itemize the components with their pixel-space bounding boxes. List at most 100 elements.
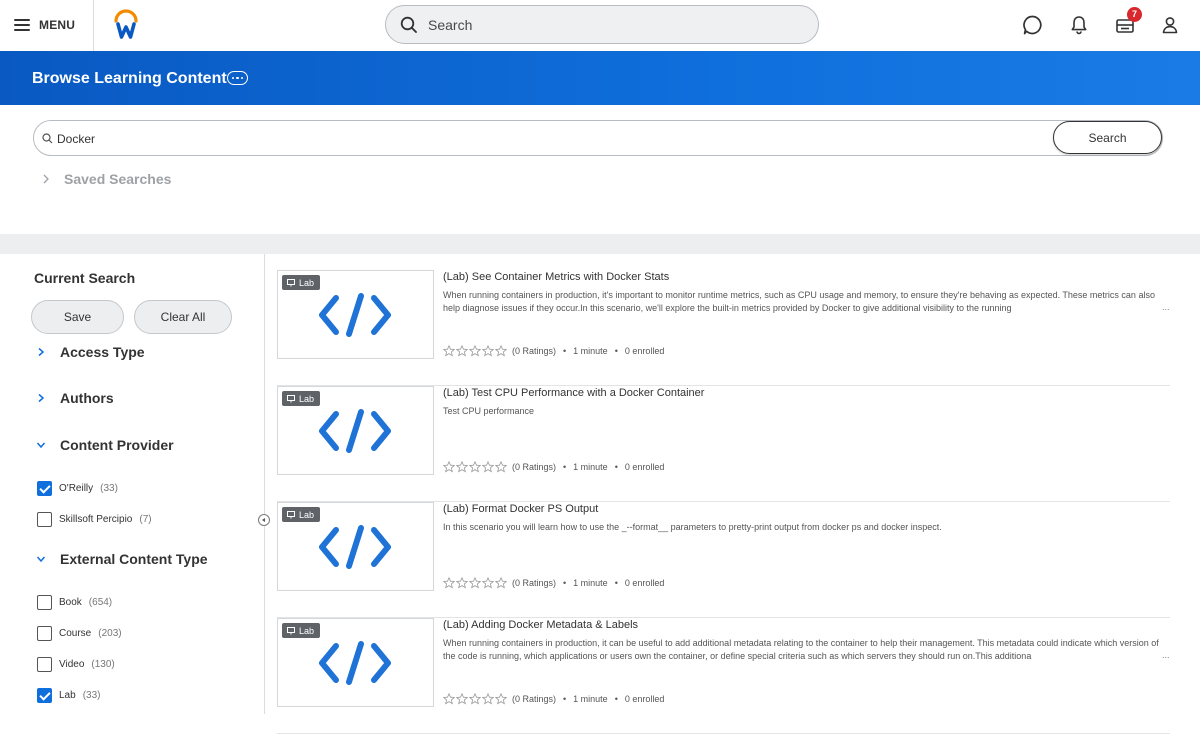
- menu-button[interactable]: MENU: [14, 14, 75, 36]
- facet-option-course[interactable]: Course (203): [37, 626, 122, 641]
- meta-separator: •: [563, 578, 567, 588]
- facet-access-type[interactable]: Access Type: [36, 344, 145, 360]
- facet-panel-divider: [264, 254, 265, 714]
- checkbox[interactable]: [37, 626, 52, 641]
- global-search-placeholder: Search: [428, 16, 473, 33]
- hamburger-icon: [14, 19, 30, 31]
- star-icon[interactable]: [494, 692, 508, 705]
- code-icon: [319, 293, 391, 337]
- option-label: Book: [59, 597, 82, 608]
- result-item: Lab (Lab) Test CPU Performance with a Do…: [277, 386, 1170, 502]
- rating-stars: [442, 692, 508, 705]
- ratings-count: (0 Ratings): [512, 578, 557, 588]
- result-description: When running containers in production, i…: [443, 638, 1159, 661]
- workday-logo[interactable]: [110, 9, 142, 41]
- topbar-divider: [93, 0, 94, 51]
- current-search-title: Current Search: [34, 270, 136, 286]
- result-thumbnail[interactable]: Lab: [277, 618, 434, 707]
- enrolled-count: 0 enrolled: [624, 462, 665, 472]
- star-icon[interactable]: [468, 576, 482, 589]
- result-title-link[interactable]: (Lab) Adding Docker Metadata & Labels: [443, 619, 638, 631]
- checkbox[interactable]: [37, 657, 52, 672]
- meta-separator: •: [614, 694, 618, 704]
- star-icon[interactable]: [494, 460, 508, 473]
- result-thumbnail[interactable]: Lab: [277, 502, 434, 591]
- enrolled-count: 0 enrolled: [624, 694, 665, 704]
- checkbox-checked[interactable]: [37, 688, 52, 703]
- facet-option-lab[interactable]: Lab (33): [37, 688, 100, 703]
- facet-option-video[interactable]: Video (130): [37, 657, 115, 672]
- ratings-count: (0 Ratings): [512, 694, 557, 704]
- facet-authors[interactable]: Authors: [36, 390, 114, 406]
- star-icon[interactable]: [468, 344, 482, 357]
- option-count: (203): [98, 628, 122, 639]
- save-button[interactable]: Save: [31, 300, 124, 334]
- duration: 1 minute: [573, 346, 608, 356]
- star-icon[interactable]: [442, 692, 456, 705]
- enrolled-count: 0 enrolled: [624, 578, 665, 588]
- facet-title: External Content Type: [60, 551, 208, 567]
- facet-option-skillsoft[interactable]: Skillsoft Percipio (7): [37, 512, 152, 527]
- star-icon[interactable]: [481, 344, 495, 357]
- ratings-count: (0 Ratings): [512, 462, 557, 472]
- checkbox[interactable]: [37, 595, 52, 610]
- content-type-label: Lab: [299, 393, 315, 404]
- chevron-right-icon: [38, 393, 45, 403]
- facet-option-book[interactable]: Book (654): [37, 595, 112, 610]
- option-label: Video: [59, 659, 85, 670]
- option-label: Course: [59, 628, 92, 639]
- meta-separator: •: [563, 462, 567, 472]
- clear-all-button[interactable]: Clear All: [134, 300, 232, 334]
- global-search-bar[interactable]: Search: [385, 5, 819, 44]
- checkbox-checked[interactable]: [37, 481, 52, 496]
- content-type-tag: Lab: [282, 391, 321, 406]
- content-type-label: Lab: [299, 625, 315, 636]
- learning-search-field[interactable]: [33, 120, 1163, 156]
- top-bar: MENU Search 7: [0, 0, 1200, 51]
- star-icon[interactable]: [494, 344, 508, 357]
- facet-external-content-type[interactable]: External Content Type: [36, 551, 208, 567]
- collapse-panel-icon[interactable]: [258, 514, 270, 526]
- facet-content-provider[interactable]: Content Provider: [36, 437, 174, 453]
- menu-label: MENU: [39, 18, 76, 32]
- result-thumbnail[interactable]: Lab: [277, 386, 434, 475]
- star-icon[interactable]: [481, 576, 495, 589]
- star-icon[interactable]: [442, 460, 456, 473]
- star-icon[interactable]: [455, 576, 469, 589]
- chat-icon[interactable]: [1022, 14, 1044, 36]
- star-icon[interactable]: [442, 576, 456, 589]
- option-label: Skillsoft Percipio: [59, 514, 133, 525]
- option-count: (130): [91, 659, 115, 670]
- star-icon[interactable]: [494, 576, 508, 589]
- related-actions-icon[interactable]: [227, 71, 248, 85]
- meta-separator: •: [563, 694, 567, 704]
- star-icon[interactable]: [481, 460, 495, 473]
- star-icon[interactable]: [468, 692, 482, 705]
- star-icon[interactable]: [455, 344, 469, 357]
- star-icon[interactable]: [481, 692, 495, 705]
- search-icon: [400, 16, 417, 33]
- chevron-down-icon: [36, 556, 46, 563]
- star-icon[interactable]: [442, 344, 456, 357]
- saved-searches-toggle[interactable]: Saved Searches: [42, 171, 171, 187]
- result-title-link[interactable]: (Lab) See Container Metrics with Docker …: [443, 271, 669, 283]
- star-icon[interactable]: [455, 692, 469, 705]
- star-icon[interactable]: [455, 460, 469, 473]
- lab-icon: [287, 278, 295, 286]
- facet-option-oreilly[interactable]: O'Reilly (33): [37, 481, 118, 496]
- result-thumbnail[interactable]: Lab: [277, 270, 434, 359]
- page-header: Browse Learning Content: [0, 51, 1200, 105]
- bell-icon[interactable]: [1068, 14, 1090, 36]
- result-title-link[interactable]: (Lab) Format Docker PS Output: [443, 503, 598, 515]
- checkbox[interactable]: [37, 512, 52, 527]
- star-icon[interactable]: [468, 460, 482, 473]
- search-button[interactable]: Search: [1053, 121, 1162, 154]
- content-type-label: Lab: [299, 509, 315, 520]
- result-description: In this scenario you will learn how to u…: [443, 522, 942, 532]
- content-type-tag: Lab: [282, 275, 321, 290]
- learning-search-input[interactable]: [57, 130, 957, 148]
- chevron-right-icon: [43, 174, 49, 184]
- user-icon[interactable]: [1159, 14, 1181, 36]
- option-count: (33): [100, 483, 118, 494]
- result-title-link[interactable]: (Lab) Test CPU Performance with a Docker…: [443, 387, 704, 399]
